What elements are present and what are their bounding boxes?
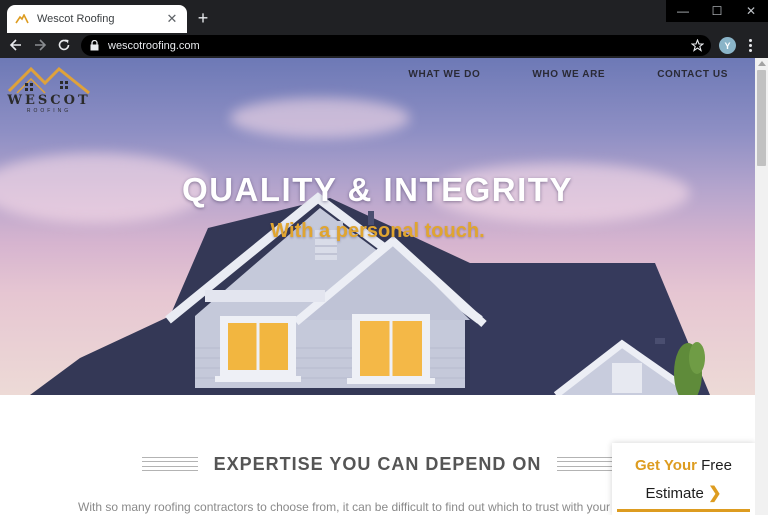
back-arrow-icon[interactable] <box>6 35 26 55</box>
hero-title: QUALITY & INTEGRITY <box>182 171 573 208</box>
nav-who-we-are[interactable]: WHO WE ARE <box>532 69 605 80</box>
forward-arrow-icon[interactable] <box>30 35 50 55</box>
minimize-button[interactable]: — <box>666 0 700 22</box>
maximize-button[interactable]: ☐ <box>700 0 734 22</box>
cta-line-1: Get Your Free <box>612 457 755 474</box>
nav-what-we-do[interactable]: WHAT WE DO <box>408 69 480 80</box>
browser-toolbar: wescotroofing.com Y <box>0 33 768 58</box>
tab-close-icon[interactable]: ✕ <box>165 12 179 26</box>
scroll-up-arrow-icon[interactable] <box>758 61 766 66</box>
section-heading: EXPERTISE YOU CAN DEPEND ON <box>213 453 542 474</box>
browser-tab-bar: Wescot Roofing ✕ + — ☐ ✕ <box>0 0 768 33</box>
hero-subtitle: With a personal touch. <box>270 220 485 242</box>
cta-underline <box>617 509 750 512</box>
tab-title: Wescot Roofing <box>37 13 115 25</box>
lock-icon <box>90 40 100 52</box>
logo-wordmark: WESCOT <box>7 93 91 108</box>
free-estimate-button[interactable]: Get Your Free Estimate ❯ <box>612 443 755 515</box>
section-body-text: With so many roofing contractors to choo… <box>78 500 618 514</box>
main-nav: WHAT WE DO WHO WE ARE CONTACT US <box>356 69 728 80</box>
roof-logo-icon <box>7 66 90 95</box>
hero-banner: WESCOT ROOFING WHAT WE DO WHO WE ARE CON… <box>0 58 755 395</box>
web-page: WESCOT ROOFING WHAT WE DO WHO WE ARE CON… <box>0 58 768 515</box>
address-bar[interactable]: wescotroofing.com <box>81 35 711 56</box>
scrollbar-thumb[interactable] <box>757 70 766 166</box>
chevron-right-icon: ❯ <box>708 485 722 502</box>
cta-line-2: Estimate ❯ <box>612 483 755 503</box>
roof-favicon-icon <box>15 12 29 26</box>
url-text: wescotroofing.com <box>108 39 200 52</box>
page-scrollbar[interactable] <box>755 58 768 515</box>
heading-decoration-left <box>141 457 198 471</box>
nav-contact-us[interactable]: CONTACT US <box>657 69 728 80</box>
logo-subtitle: ROOFING <box>26 108 72 114</box>
reload-icon[interactable] <box>54 35 74 55</box>
profile-avatar[interactable]: Y <box>719 37 736 54</box>
site-logo[interactable]: WESCOT ROOFING <box>5 63 93 115</box>
cta-free: Free <box>701 457 732 474</box>
window-controls: — ☐ ✕ <box>666 0 768 22</box>
new-tab-button[interactable]: + <box>195 8 211 28</box>
heading-decoration-right <box>557 457 614 471</box>
close-window-button[interactable]: ✕ <box>734 0 768 22</box>
cta-estimate: Estimate <box>645 485 704 502</box>
cta-get-your: Get Your <box>635 457 697 474</box>
menu-dots-icon[interactable] <box>745 37 755 54</box>
browser-tab[interactable]: Wescot Roofing ✕ <box>7 5 187 33</box>
star-icon[interactable] <box>691 39 705 53</box>
